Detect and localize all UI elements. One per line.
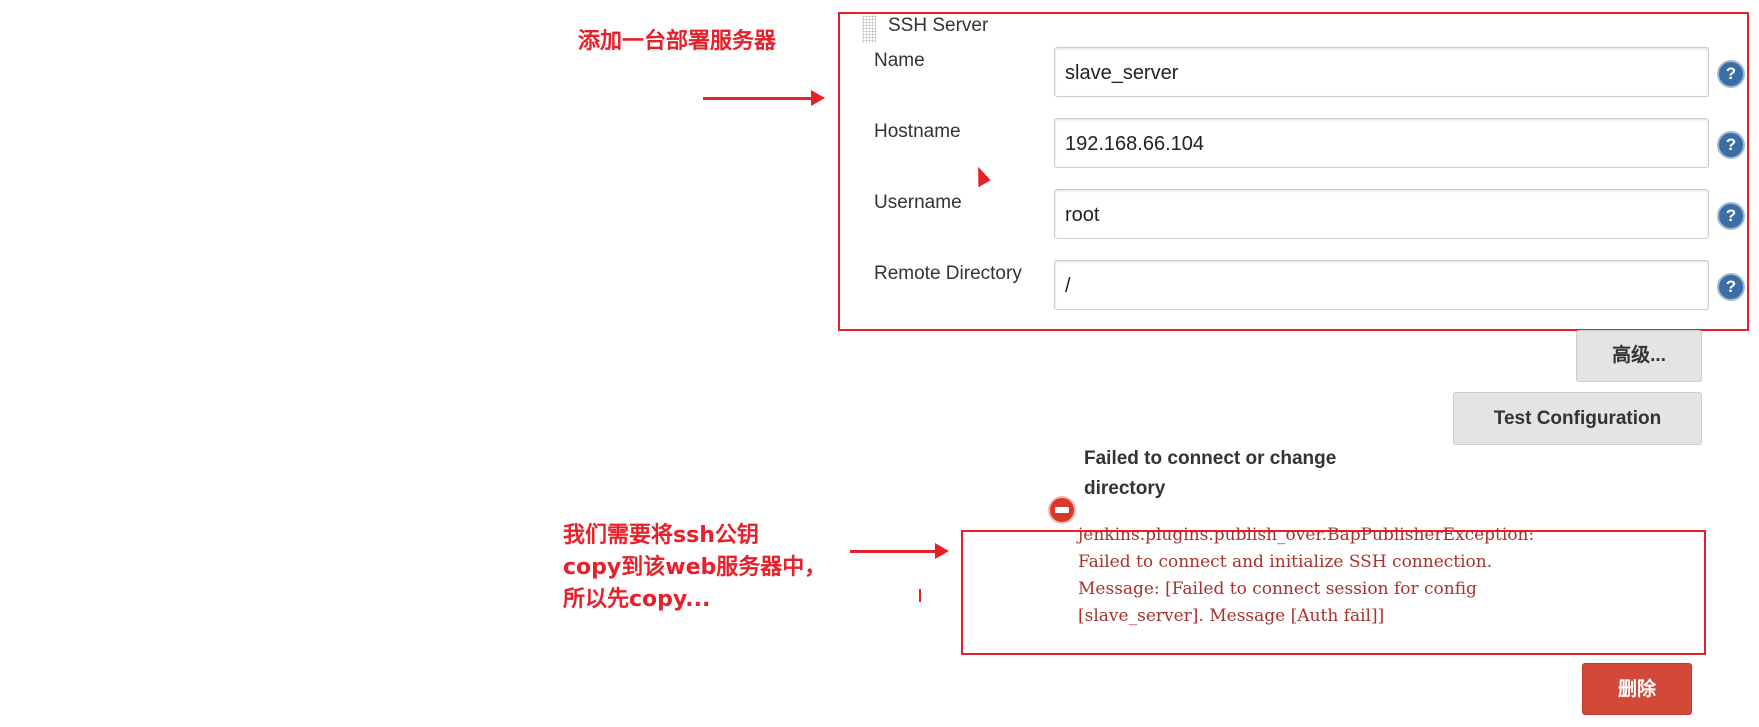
help-icon[interactable]: ? <box>1717 273 1745 301</box>
error-line: [slave_server]. Message [Auth fail]] <box>1078 606 1385 626</box>
error-title: Failed to connect or change directory <box>1084 444 1336 504</box>
annotation-line: 我们需要将ssh公钥 <box>563 523 759 548</box>
error-title-line: Failed to connect or change <box>1084 448 1337 469</box>
cursor-mark <box>919 589 921 602</box>
annotation-bottom: 我们需要将ssh公钥 copy到该web服务器中， 所以先copy... <box>563 520 826 616</box>
error-line: jenkins.plugins.publish_over.BapPublishe… <box>1078 525 1535 545</box>
annotation-arrow <box>850 543 949 559</box>
drag-handle-icon[interactable] <box>862 15 876 43</box>
error-icon <box>1050 498 1074 522</box>
name-input[interactable]: slave_server <box>1054 47 1709 97</box>
advanced-button[interactable]: 高级... <box>1576 330 1702 382</box>
delete-button[interactable]: 删除 <box>1582 663 1692 715</box>
name-label: Name <box>874 50 925 71</box>
help-icon[interactable]: ? <box>1717 131 1745 159</box>
annotation-top: 添加一台部署服务器 <box>578 29 777 54</box>
hostname-input[interactable]: 192.168.66.104 <box>1054 118 1709 168</box>
help-icon[interactable]: ? <box>1717 202 1745 230</box>
section-title: SSH Server <box>888 15 989 36</box>
help-icon[interactable]: ? <box>1717 60 1745 88</box>
remote-directory-label: Remote Directory <box>874 263 1022 284</box>
username-input[interactable]: root <box>1054 189 1709 239</box>
error-line: Failed to connect and initialize SSH con… <box>1078 552 1493 572</box>
error-title-line: directory <box>1084 478 1166 499</box>
username-label: Username <box>874 192 962 213</box>
remote-directory-input[interactable]: / <box>1054 260 1709 310</box>
test-configuration-button[interactable]: Test Configuration <box>1453 392 1702 445</box>
error-line: Message: [Failed to connect session for … <box>1078 579 1477 599</box>
annotation-arrow <box>703 90 825 106</box>
annotation-line: 所以先copy... <box>563 587 711 612</box>
annotation-line: copy到该web服务器中， <box>563 555 827 580</box>
error-message: jenkins.plugins.publish_over.BapPublishe… <box>1078 522 1534 630</box>
hostname-label: Hostname <box>874 121 961 142</box>
